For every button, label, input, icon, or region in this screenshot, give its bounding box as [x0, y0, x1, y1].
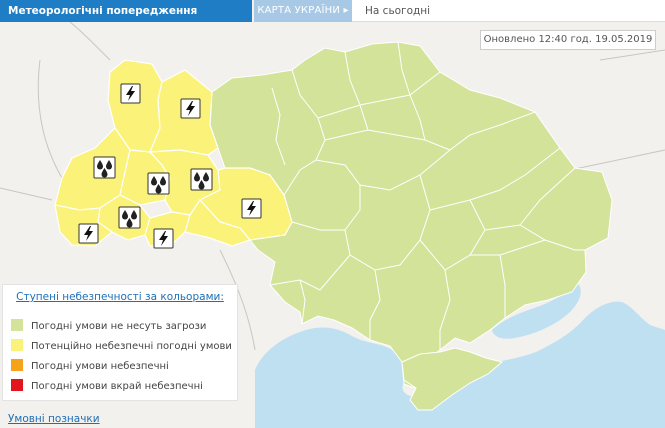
- symbols-link[interactable]: Умовні позначки: [8, 413, 100, 425]
- lightning-icon: [153, 228, 174, 249]
- color-legend: Ступені небезпечності за кольорами: Пого…: [2, 284, 238, 401]
- legend-swatch: [11, 379, 23, 391]
- top-bar: Метеорологічні попередження КАРТА УКРАЇН…: [0, 0, 665, 22]
- legend-item-dangerous: Погодні умови небезпечні: [11, 359, 169, 373]
- tab-ukraine-map[interactable]: КАРТА УКРАЇНИ ▸: [254, 0, 352, 22]
- lightning-icon: [78, 223, 99, 244]
- page-title: Метеорологічні попередження: [0, 0, 252, 22]
- lightning-icon: [241, 198, 262, 219]
- rain-drops-icon: [118, 206, 141, 229]
- rain-drops-icon: [147, 172, 170, 195]
- legend-swatch: [11, 339, 23, 351]
- legend-item-no-threat: Погодні умови не несуть загрози: [11, 319, 206, 333]
- updated-timestamp: Оновлено 12:40 год. 19.05.2019: [480, 30, 656, 50]
- legend-item-label: Погодні умови вкрай небезпечні: [31, 381, 203, 392]
- legend-title: Ступені небезпечності за кольорами:: [16, 291, 224, 303]
- tab-today[interactable]: На сьогодні: [352, 0, 665, 22]
- legend-swatch: [11, 359, 23, 371]
- chevron-right-icon: ▸: [343, 5, 349, 16]
- legend-item-label: Погодні умови не несуть загрози: [31, 321, 207, 332]
- legend-item-potential: Потенційно небезпечні погодні умови: [11, 339, 232, 353]
- legend-item-very-dangerous: Погодні умови вкрай небезпечні: [11, 379, 203, 393]
- legend-swatch: [11, 319, 23, 331]
- legend-item-label: Погодні умови небезпечні: [31, 361, 169, 372]
- rain-drops-icon: [93, 156, 116, 179]
- rain-drops-icon: [190, 168, 213, 191]
- lightning-icon: [180, 98, 201, 119]
- legend-item-label: Потенційно небезпечні погодні умови: [31, 341, 232, 352]
- lightning-icon: [120, 83, 141, 104]
- tab-ukraine-map-label: КАРТА УКРАЇНИ: [257, 5, 341, 16]
